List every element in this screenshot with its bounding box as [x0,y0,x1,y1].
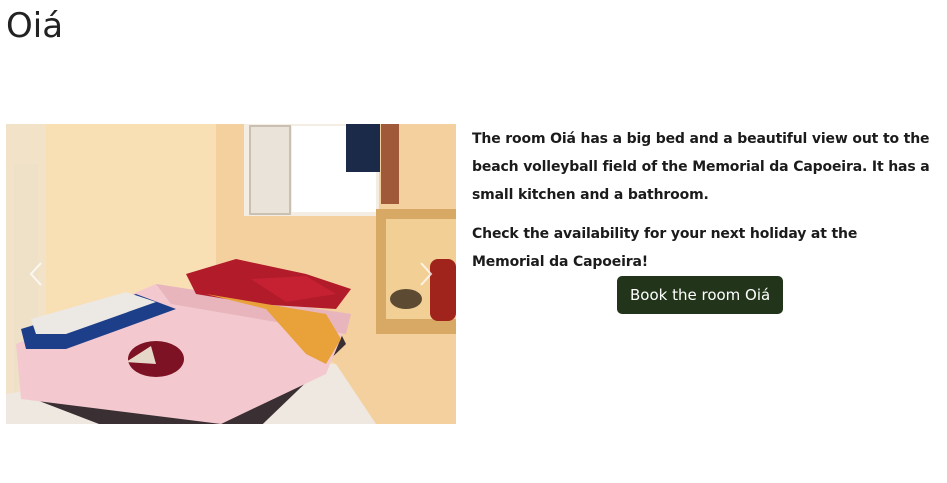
room-photo [6,124,456,424]
carousel-prev-button[interactable] [6,124,66,424]
chevron-right-icon [420,262,433,286]
chevron-left-icon [29,262,42,286]
availability-text: Check the availability for your next hol… [472,226,858,270]
book-room-button[interactable]: Book the room Oiá [617,276,784,314]
room-photo-carousel[interactable] [6,124,456,424]
page-title: Oiá [6,6,64,46]
room-description: The room Oiá has a big bed and a beautif… [472,131,930,203]
room-description-block: The room Oiá has a big bed and a beautif… [472,125,934,287]
carousel-next-button[interactable] [396,124,456,424]
